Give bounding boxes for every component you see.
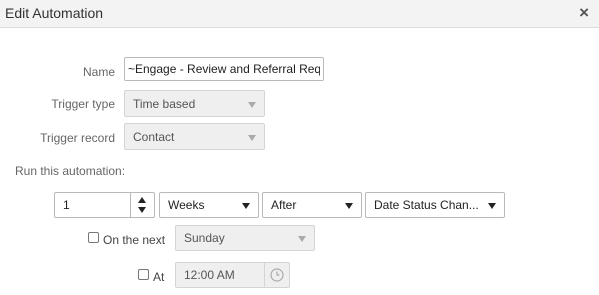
chevron-down-icon	[242, 203, 250, 209]
dialog-title: Edit Automation	[5, 5, 104, 21]
trigger-type-label: Trigger type	[51, 97, 115, 111]
relation-value: After	[271, 198, 297, 212]
chevron-down-icon	[298, 236, 306, 242]
chevron-down-icon	[488, 203, 496, 209]
at-checkbox[interactable]	[138, 269, 149, 280]
dialog-titlebar: Edit Automation ×	[0, 0, 599, 28]
chevron-down-icon	[345, 203, 353, 209]
clock-icon	[270, 268, 284, 282]
time-picker: 12:00 AM	[175, 262, 290, 288]
on-next-checkbox[interactable]	[88, 232, 99, 243]
relation-select[interactable]: After	[262, 192, 362, 218]
trigger-record-value: Contact	[133, 129, 175, 144]
name-input[interactable]	[124, 57, 324, 81]
reference-date-value: Date Status Chan...	[374, 198, 479, 212]
at-label: At	[153, 270, 165, 284]
time-value: 12:00 AM	[184, 268, 235, 282]
chevron-up-icon[interactable]	[138, 197, 146, 203]
clock-button	[264, 263, 289, 287]
trigger-record-label: Trigger record	[40, 131, 115, 145]
chevron-down-icon	[248, 134, 256, 141]
trigger-type-select: Time based	[124, 90, 265, 117]
unit-select[interactable]: Weeks	[159, 192, 259, 218]
trigger-type-value: Time based	[133, 96, 196, 111]
day-select: Sunday	[175, 225, 315, 251]
trigger-record-select: Contact	[124, 123, 265, 150]
day-value: Sunday	[184, 231, 225, 245]
chevron-down-icon[interactable]	[138, 207, 146, 213]
chevron-down-icon	[248, 101, 256, 108]
name-label: Name	[82, 65, 115, 79]
run-automation-label: Run this automation:	[15, 164, 126, 178]
on-next-label: On the next	[103, 233, 166, 247]
reference-date-select[interactable]: Date Status Chan...	[365, 192, 505, 218]
unit-value: Weeks	[168, 198, 205, 212]
quantity-spinner[interactable]	[130, 193, 155, 217]
close-icon[interactable]: ×	[579, 4, 589, 22]
